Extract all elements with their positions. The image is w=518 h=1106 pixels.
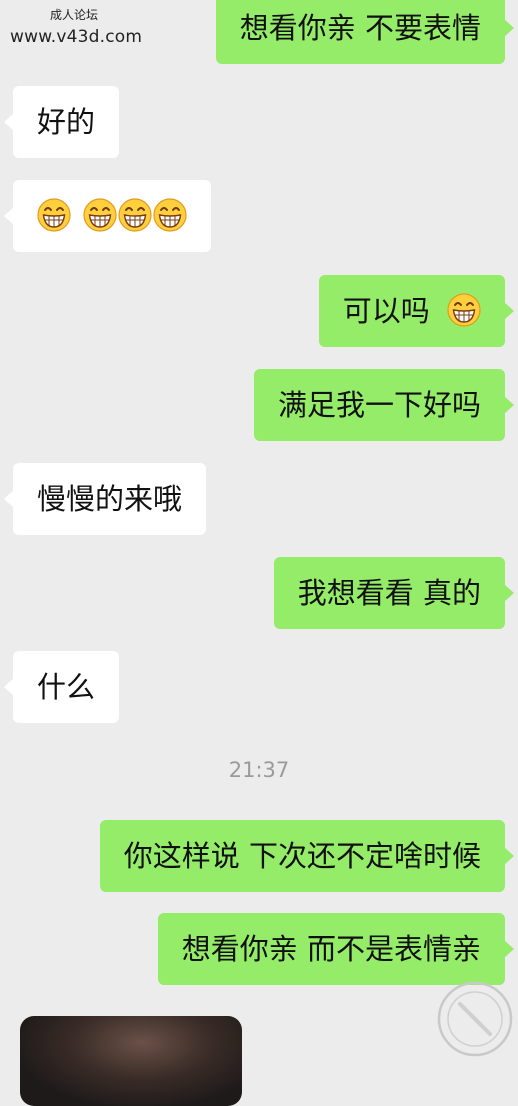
message-text: 满足我一下好吗 xyxy=(277,388,481,422)
message-bubble-received[interactable] xyxy=(4,180,211,252)
grin-emoji-icon xyxy=(83,198,117,232)
message-bubble-received[interactable]: 慢慢的来哦 xyxy=(3,463,207,535)
message-bubble-sent[interactable]: 满足我一下好吗 xyxy=(253,369,515,441)
message-text: 你这样说 下次还不定啥时候 xyxy=(123,839,481,873)
message-bubble-received[interactable]: 好的 xyxy=(3,86,120,158)
message-text: 想看你亲 不要表情 xyxy=(239,11,481,45)
photo-message-thumbnail[interactable] xyxy=(20,1016,242,1106)
message-bubble-received[interactable]: 什么 xyxy=(3,651,120,723)
message-bubble-sent[interactable]: 想看你亲 不要表情 xyxy=(215,0,515,64)
grin-emoji-icon xyxy=(447,293,481,327)
watermark-url: www.v43d.com xyxy=(10,27,143,47)
message-text: 可以吗 xyxy=(342,294,430,328)
grin-emoji-icon xyxy=(37,198,71,232)
watermark-logo-icon xyxy=(437,981,513,1057)
message-bubble-sent[interactable]: 想看你亲 而不是表情亲 xyxy=(157,913,515,985)
grin-emoji-icon xyxy=(118,198,152,232)
message-timestamp: 21:37 xyxy=(228,758,290,782)
message-text: 好的 xyxy=(37,105,96,139)
message-bubble-sent[interactable]: 我想看看 真的 xyxy=(273,557,515,629)
watermark-site-name: 成人论坛 xyxy=(50,8,99,22)
message-bubble-sent[interactable]: 你这样说 下次还不定啥时候 xyxy=(99,820,515,892)
message-text: 我想看看 真的 xyxy=(297,576,481,610)
message-text: 什么 xyxy=(37,670,96,704)
message-text: 想看你亲 而不是表情亲 xyxy=(181,932,481,966)
grin-emoji-icon xyxy=(153,198,187,232)
message-bubble-sent[interactable]: 可以吗 xyxy=(318,275,515,347)
site-watermark: 成人论坛 www.v43d.com xyxy=(0,0,150,60)
message-text: 慢慢的来哦 xyxy=(37,482,183,516)
